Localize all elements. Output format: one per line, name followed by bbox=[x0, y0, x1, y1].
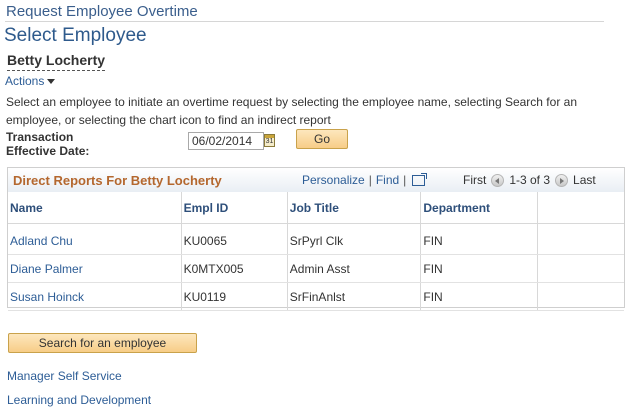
grid-tools: Personalize | Find | bbox=[302, 173, 428, 187]
empl-id-cell: KU0119 bbox=[181, 282, 288, 311]
column-header-extra bbox=[537, 192, 624, 224]
table-row: Diane Palmer K0MTX005 Admin Asst FIN bbox=[8, 254, 624, 283]
employee-name-link[interactable]: Diane Palmer bbox=[8, 254, 182, 283]
employee-name-link[interactable]: Susan Hoinck bbox=[8, 282, 182, 311]
table-header-row: Name Empl ID Job Title Department bbox=[8, 192, 624, 224]
range-label: 1-3 of 3 bbox=[509, 173, 551, 187]
calendar-icon[interactable] bbox=[264, 134, 275, 147]
department-cell: FIN bbox=[420, 254, 538, 283]
grid-navigation: First 1-3 of 3 Last bbox=[463, 173, 596, 188]
table-row: Susan Hoinck KU0119 SrFinAnlst FIN bbox=[8, 282, 624, 311]
tool-separator: | bbox=[368, 173, 372, 187]
search-employee-button[interactable]: Search for an employee bbox=[8, 333, 197, 353]
first-label: First bbox=[463, 173, 487, 187]
department-cell: FIN bbox=[420, 223, 538, 255]
page-title: Select Employee bbox=[4, 25, 147, 46]
column-header-department[interactable]: Department bbox=[420, 192, 538, 224]
last-label: Last bbox=[573, 173, 596, 187]
empty-cell bbox=[537, 254, 624, 283]
grid-title: Direct Reports For Betty Locherty bbox=[13, 173, 222, 188]
header-divider bbox=[5, 21, 604, 22]
effective-date-input[interactable] bbox=[188, 132, 264, 150]
actions-menu[interactable]: Actions bbox=[5, 74, 56, 88]
personalize-link[interactable]: Personalize bbox=[302, 173, 365, 187]
column-header-emplid[interactable]: Empl ID bbox=[181, 192, 288, 224]
employee-name-link[interactable]: Adland Chu bbox=[8, 223, 182, 255]
employee-name[interactable]: Betty Locherty bbox=[7, 52, 106, 71]
table-row: Adland Chu KU0065 SrPyrl Clk FIN bbox=[8, 223, 624, 255]
column-header-job-title[interactable]: Job Title bbox=[287, 192, 422, 224]
department-cell: FIN bbox=[420, 282, 538, 311]
tool-separator: | bbox=[403, 173, 407, 187]
job-title-cell: Admin Asst bbox=[287, 254, 422, 283]
caret-down-icon bbox=[47, 79, 56, 85]
job-title-cell: SrFinAnlst bbox=[287, 282, 422, 311]
actions-label[interactable]: Actions bbox=[5, 74, 44, 88]
new-window-icon[interactable] bbox=[412, 173, 428, 187]
direct-reports-grid: Direct Reports For Betty Locherty Person… bbox=[7, 167, 625, 311]
grid-header: Direct Reports For Betty Locherty Person… bbox=[8, 168, 624, 193]
next-icon[interactable] bbox=[555, 174, 569, 188]
learning-development-link[interactable]: Learning and Development bbox=[7, 393, 151, 407]
effective-date-label: Transaction Effective Date: bbox=[6, 130, 90, 158]
column-header-name[interactable]: Name bbox=[8, 192, 182, 224]
empty-cell bbox=[537, 223, 624, 255]
employee-table: Name Empl ID Job Title Department Adland… bbox=[8, 192, 624, 311]
manager-self-service-link[interactable]: Manager Self Service bbox=[7, 369, 122, 383]
instructions-text: Select an employee to initiate an overti… bbox=[6, 95, 577, 127]
go-button[interactable]: Go bbox=[296, 129, 348, 149]
empl-id-cell: KU0065 bbox=[181, 223, 288, 255]
previous-icon[interactable] bbox=[491, 174, 505, 188]
job-title-cell: SrPyrl Clk bbox=[287, 223, 422, 255]
find-link[interactable]: Find bbox=[376, 173, 399, 187]
page-header: Request Employee Overtime bbox=[6, 3, 198, 20]
empty-cell bbox=[537, 282, 624, 311]
empl-id-cell: K0MTX005 bbox=[181, 254, 288, 283]
